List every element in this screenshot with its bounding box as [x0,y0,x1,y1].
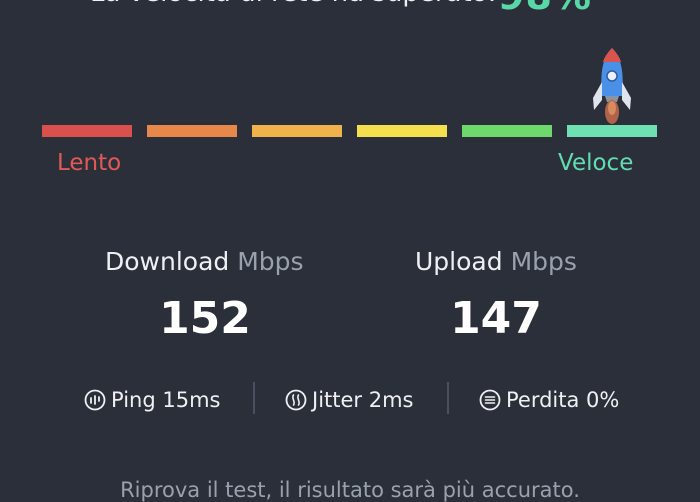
download-label: Download Mbps [105,247,304,276]
stats-divider [253,382,255,414]
upload-title: Upload [415,247,503,276]
jitter-text: Jitter 2ms [312,388,414,412]
packet-loss-icon [479,389,501,411]
scale-segment [252,125,342,137]
scale-segment [567,125,657,137]
upload-unit: Mbps [510,247,577,276]
scale-segment [42,125,132,137]
download-value: 152 [159,293,251,344]
download-unit: Mbps [237,247,304,276]
headline-text: La velocità di rete ha superato: [90,0,496,8]
download-title: Download [105,247,230,276]
scale-segment [147,125,237,137]
retry-hint[interactable]: Riprova il test, il risultato sarà più a… [0,478,700,502]
scale-slow-label: Lento [57,150,122,176]
rocket-icon [593,48,631,124]
speed-headline: La velocità di rete ha superato: 98% [90,0,591,18]
stats-divider [447,382,449,414]
loss-stat: Perdita 0% [479,385,619,415]
percentile-value: 98% [498,0,592,18]
ping-stat: Ping 15ms [84,385,220,415]
jitter-icon [285,389,307,411]
loss-text: Perdita 0% [506,388,620,412]
scale-fast-label: Veloce [558,150,634,176]
ping-text: Ping 15ms [111,388,221,412]
upload-value: 147 [450,293,542,344]
ping-icon [84,389,106,411]
jitter-stat: Jitter 2ms [285,385,413,415]
scale-segment [462,125,552,137]
upload-label: Upload Mbps [415,247,577,276]
scale-segment [357,125,447,137]
